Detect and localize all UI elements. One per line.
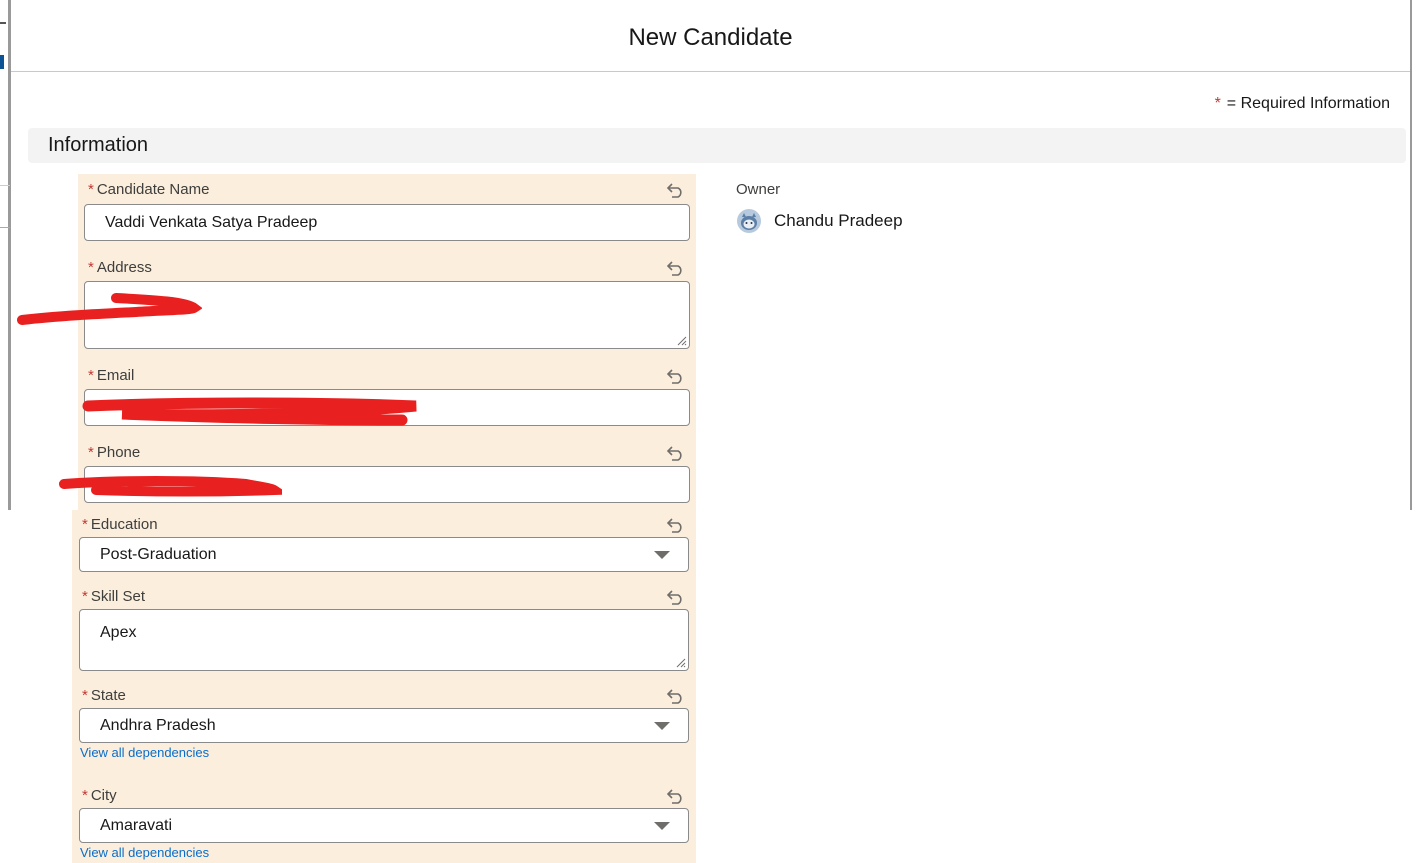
- owner-field: Chandu Pradeep: [736, 208, 903, 234]
- city-view-dependencies-link[interactable]: View all dependencies: [80, 845, 209, 860]
- resize-handle-icon[interactable]: [675, 334, 687, 346]
- modal-title: New Candidate: [628, 23, 793, 51]
- undo-icon[interactable]: [666, 788, 686, 804]
- candidate-name-input[interactable]: Vaddi Venkata Satya Pradeep: [84, 204, 690, 241]
- undo-icon[interactable]: [666, 260, 686, 276]
- candidate-name-label: * Candidate Name: [88, 181, 210, 198]
- modal-header: New Candidate: [11, 0, 1410, 72]
- redaction-mark: [59, 476, 282, 497]
- undo-icon[interactable]: [666, 445, 686, 461]
- education-select[interactable]: Post-Graduation: [79, 537, 689, 572]
- email-label: * Email: [88, 367, 135, 384]
- state-select[interactable]: Andhra Pradesh: [79, 708, 689, 743]
- required-note-text: = Required Information: [1226, 95, 1390, 112]
- section-title: Information: [48, 134, 149, 156]
- phone-label: * Phone: [88, 444, 141, 461]
- education-label: * Education: [82, 516, 158, 533]
- undo-icon[interactable]: [666, 517, 686, 533]
- chevron-down-icon: [654, 821, 670, 830]
- avatar-icon: [737, 209, 761, 233]
- address-label: * Address: [88, 259, 152, 276]
- chevron-down-icon: [654, 721, 670, 730]
- redaction-mark: [17, 293, 202, 325]
- background-window-edge: [0, 0, 11, 863]
- required-information-note: * = Required Information: [1215, 95, 1390, 113]
- chevron-down-icon: [654, 550, 670, 559]
- modal-right-border: [1410, 0, 1412, 510]
- resize-handle-icon[interactable]: [674, 656, 686, 668]
- state-view-dependencies-link[interactable]: View all dependencies: [80, 745, 209, 760]
- city-select[interactable]: Amaravati: [79, 808, 689, 843]
- skill-set-label: * Skill Set: [82, 588, 146, 605]
- section-header-information[interactable]: Information: [28, 128, 1406, 163]
- undo-icon[interactable]: [666, 688, 686, 704]
- undo-icon[interactable]: [666, 368, 686, 384]
- redaction-mark: [82, 397, 417, 426]
- owner-name[interactable]: Chandu Pradeep: [774, 211, 903, 231]
- state-label: * State: [82, 687, 126, 704]
- undo-icon[interactable]: [666, 182, 686, 198]
- skill-set-textarea[interactable]: Apex: [79, 609, 689, 671]
- owner-label: Owner: [736, 181, 781, 198]
- required-star: *: [1214, 95, 1221, 112]
- city-label: * City: [82, 787, 117, 804]
- undo-icon[interactable]: [666, 589, 686, 605]
